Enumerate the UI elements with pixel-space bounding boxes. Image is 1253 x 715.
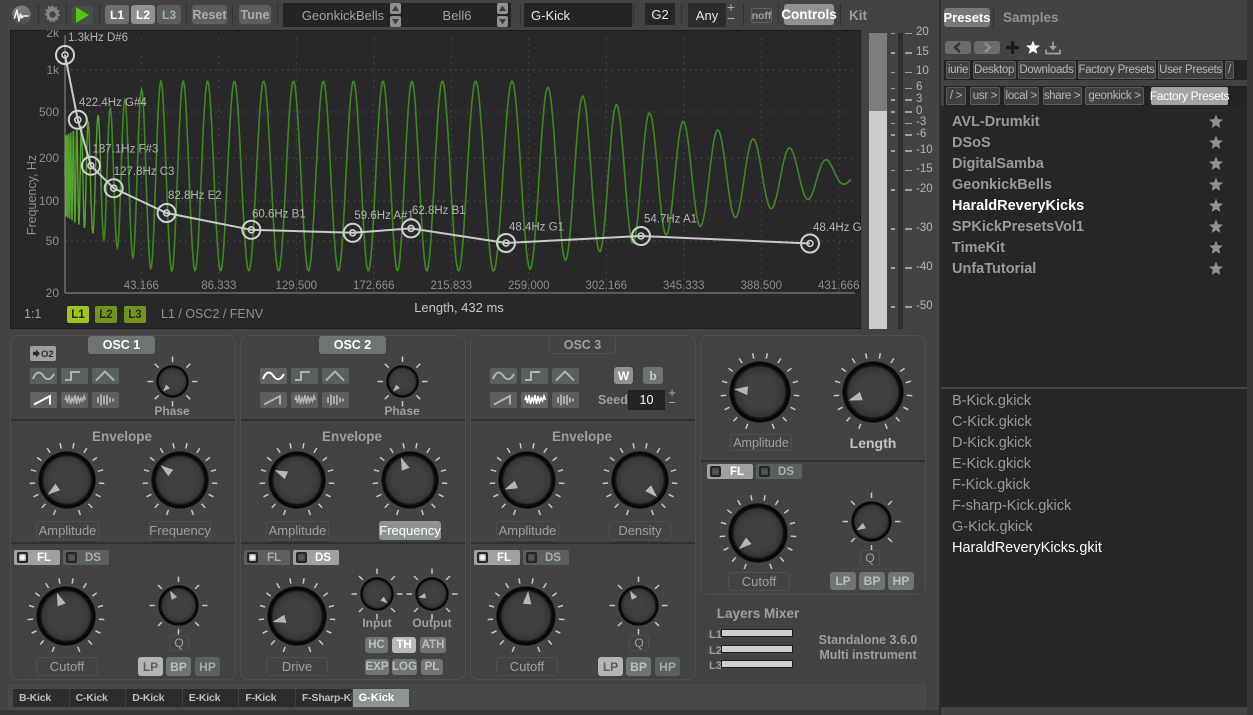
svg-text:43.166: 43.166 (124, 280, 159, 292)
svg-text:431.666: 431.666 (818, 280, 860, 292)
svg-text:129.500: 129.500 (276, 280, 318, 292)
svg-text:1k: 1k (46, 63, 60, 77)
svg-text:100: 100 (39, 194, 59, 208)
svg-text:54.7Hz A1: 54.7Hz A1 (644, 214, 697, 226)
svg-text:200: 200 (39, 151, 59, 165)
svg-text:187.1Hz F#3: 187.1Hz F#3 (93, 144, 159, 156)
svg-text:82.8Hz E2: 82.8Hz E2 (168, 190, 222, 202)
svg-text:259.000: 259.000 (508, 280, 550, 292)
svg-text:48.4Hz G1: 48.4Hz G1 (813, 222, 861, 234)
svg-text:172.666: 172.666 (353, 280, 395, 292)
svg-text:20: 20 (46, 286, 60, 300)
svg-text:302.166: 302.166 (586, 280, 628, 292)
svg-text:O2: O2 (41, 349, 54, 360)
svg-text:345.333: 345.333 (663, 280, 705, 292)
svg-text:500: 500 (39, 105, 59, 119)
svg-text:62.8Hz B1: 62.8Hz B1 (412, 205, 466, 217)
svg-text:48.4Hz G1: 48.4Hz G1 (509, 222, 564, 234)
svg-text:127.8Hz C3: 127.8Hz C3 (114, 166, 175, 178)
svg-text:388.500: 388.500 (741, 280, 783, 292)
svg-text:50: 50 (46, 234, 60, 248)
svg-text:59.6Hz A#1: 59.6Hz A#1 (354, 210, 413, 222)
svg-text:60.6Hz B1: 60.6Hz B1 (252, 209, 306, 221)
svg-text:1.3kHz D#6: 1.3kHz D#6 (68, 32, 128, 44)
svg-text:Frequency, Hz: Frequency, Hz (25, 155, 39, 235)
svg-text:86.333: 86.333 (201, 280, 236, 292)
svg-text:2k: 2k (46, 30, 60, 40)
svg-text:422.4Hz G#4: 422.4Hz G#4 (79, 97, 147, 109)
svg-text:215.833: 215.833 (431, 280, 473, 292)
